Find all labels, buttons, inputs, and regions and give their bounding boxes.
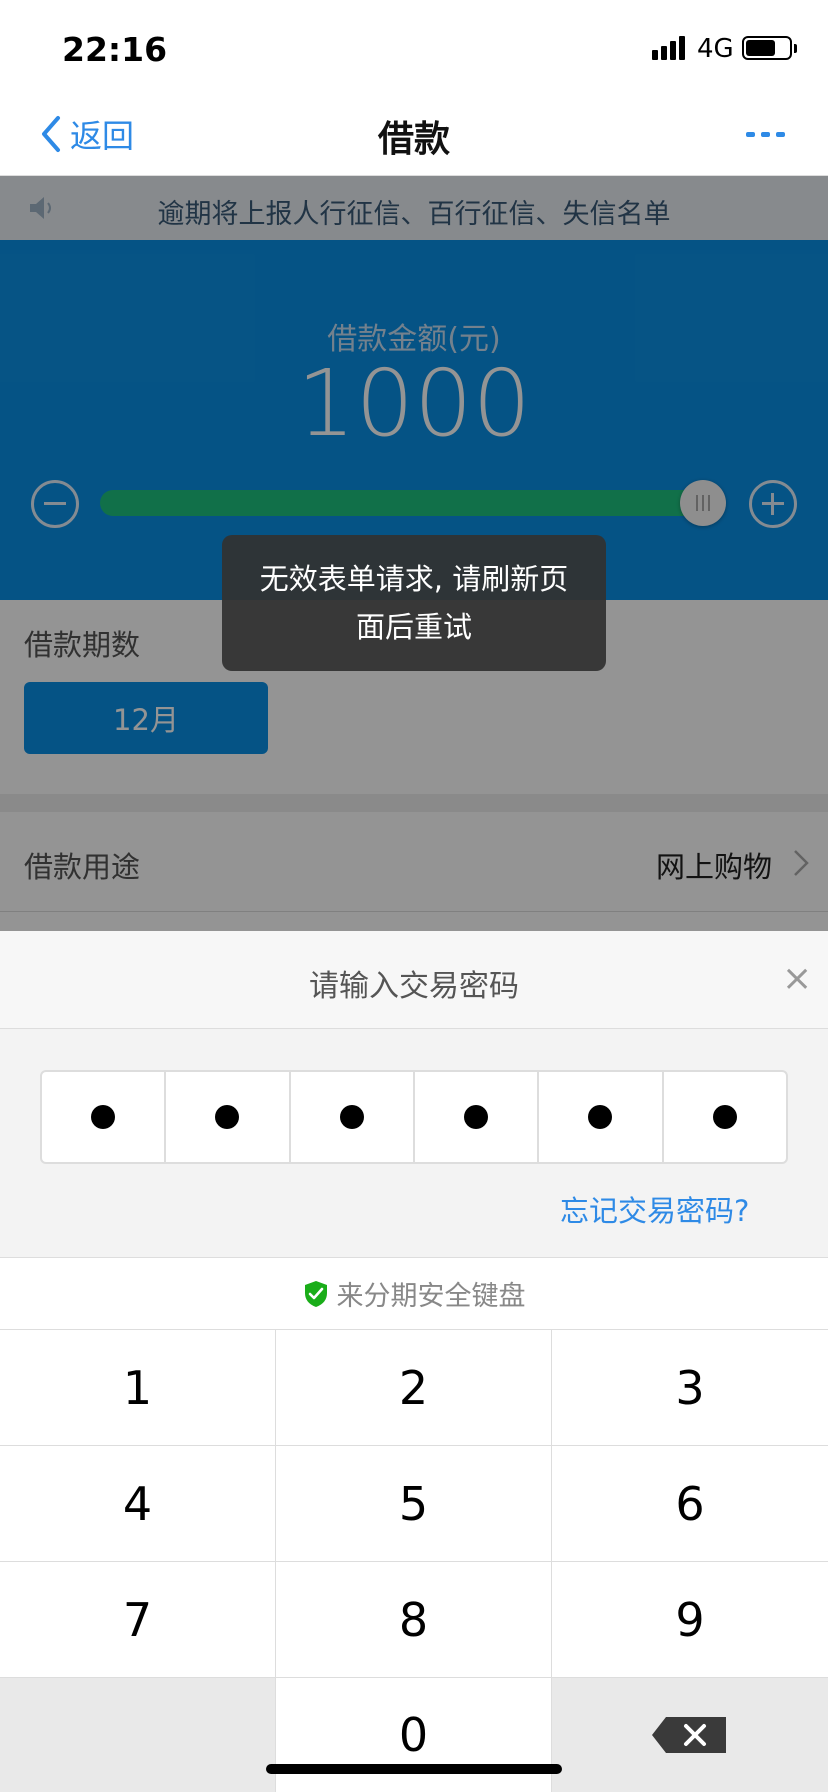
pin-cell	[664, 1072, 786, 1162]
signal-icon	[652, 36, 685, 60]
delete-key[interactable]	[552, 1677, 828, 1792]
more-icon[interactable]	[744, 120, 788, 150]
key-8[interactable]: 8	[276, 1561, 552, 1677]
nav-bar: 返回 借款	[0, 90, 828, 176]
close-icon[interactable]: ×	[782, 961, 812, 997]
key-0[interactable]: 0	[276, 1677, 552, 1792]
toast-line-2: 面后重试	[355, 610, 472, 644]
numeric-keypad: 1 2 3 4 5 6 7 8 9 0	[0, 1329, 828, 1792]
page-title: 借款	[377, 119, 450, 160]
status-bar: 22:16 4G	[0, 0, 828, 90]
sheet-title: 请输入交易密码	[309, 969, 519, 1004]
key-9[interactable]: 9	[552, 1561, 828, 1677]
pin-cell	[539, 1072, 664, 1162]
pin-cell	[166, 1072, 291, 1162]
shield-check-icon	[304, 1280, 327, 1307]
pin-dot	[215, 1105, 240, 1129]
keyboard-header: 来分期安全键盘	[0, 1257, 828, 1329]
pin-dot	[464, 1105, 489, 1129]
network-type: 4G	[697, 34, 734, 64]
battery-tip	[794, 44, 797, 53]
key-blank	[0, 1677, 276, 1792]
pin-dot	[339, 1105, 364, 1129]
pin-cell	[291, 1072, 415, 1162]
key-7[interactable]: 7	[0, 1561, 276, 1677]
key-6[interactable]: 6	[552, 1445, 828, 1561]
toast-line-1: 无效表单请求, 请刷新页	[259, 562, 569, 596]
pin-cell	[42, 1072, 167, 1162]
forgot-password-link[interactable]: 忘记交易密码?	[560, 1188, 749, 1230]
pin-dot	[712, 1105, 737, 1129]
battery-icon	[742, 36, 792, 60]
password-input[interactable]	[40, 1070, 788, 1164]
keyboard-title: 来分期安全键盘	[336, 1281, 526, 1312]
key-4[interactable]: 4	[0, 1445, 276, 1561]
key-5[interactable]: 5	[276, 1445, 552, 1561]
key-1[interactable]: 1	[0, 1329, 276, 1445]
backspace-icon	[652, 1717, 726, 1753]
pin-dot	[91, 1105, 116, 1129]
pin-cell	[415, 1072, 540, 1162]
home-indicator	[266, 1764, 562, 1774]
key-3[interactable]: 3	[552, 1329, 828, 1445]
status-time: 22:16	[62, 30, 168, 69]
pin-dot	[588, 1105, 613, 1129]
error-toast: 无效表单请求, 请刷新页 面后重试	[222, 535, 606, 671]
key-2[interactable]: 2	[276, 1329, 552, 1445]
password-sheet: 请输入交易密码 × 忘记交易密码? 来分期安全键盘 1 2 3 4 5 6 7 …	[0, 931, 828, 1792]
sheet-header: 请输入交易密码 ×	[0, 931, 828, 1029]
